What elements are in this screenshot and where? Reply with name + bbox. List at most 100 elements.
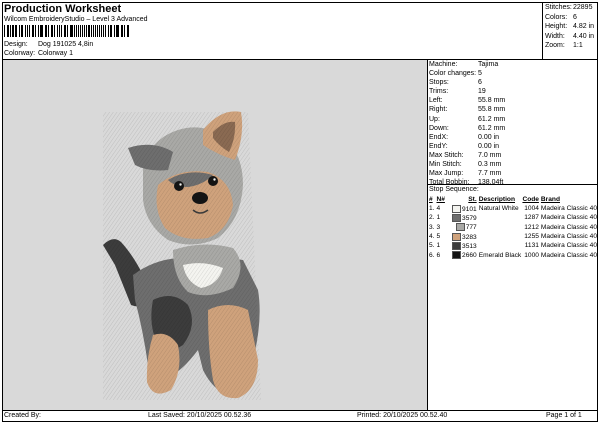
col-header-num: # (429, 196, 433, 203)
barcode-bar (115, 25, 117, 37)
barcode-bar (31, 25, 33, 37)
footer-page: Page 1 of 1 (546, 412, 582, 419)
seq-description: Natural White (478, 205, 519, 213)
stitch-count: 9101 (462, 205, 477, 213)
seq-num: 6. (429, 251, 435, 259)
barcode-bar (20, 25, 22, 37)
col-header-needle: N# (436, 196, 445, 203)
stitch-count: 777 (465, 223, 477, 231)
seq-num: 5. (429, 242, 435, 250)
barcode-bar (14, 25, 16, 37)
barcode-bar (128, 25, 130, 37)
barcode-bar (84, 25, 85, 37)
summary-label: Height: (545, 23, 568, 31)
seq-code: 1212 (524, 223, 539, 231)
info-value: 0.00 in (478, 142, 500, 150)
footer-created-by: Created By: (4, 412, 41, 419)
table-row: 4. 5 3283 1255 Madeira Classic 40 (429, 232, 597, 241)
color-swatch (452, 251, 462, 260)
summary-label: Colors: (545, 13, 568, 21)
barcode-bar (77, 25, 79, 37)
barcode-bar (29, 25, 30, 37)
colorway-value: Colorway 1 (37, 50, 73, 57)
info-label: Stops: (429, 79, 449, 87)
info-value: Tajima (478, 61, 499, 68)
table-row: 2. 1 3579 1287 Madeira Classic 40 (429, 213, 597, 222)
barcode-bar (38, 25, 39, 37)
info-value: 5 (478, 70, 482, 78)
barcode-bar (123, 25, 125, 37)
summary-colors: Colors: 6 (545, 13, 597, 23)
info-value: 138.04ft (478, 179, 504, 187)
barcode-bar (50, 25, 52, 37)
summary-value: 4.82 in (573, 23, 595, 31)
footer-divider (2, 410, 598, 411)
summary-value: 22895 (573, 4, 593, 11)
info-label: EndY: (429, 142, 448, 150)
info-value: 19 (478, 88, 486, 96)
barcode-bar (19, 25, 20, 37)
summary-width: Width: 4.40 in (545, 32, 597, 42)
seq-brand: Madeira Classic 40 (540, 223, 597, 231)
barcode-bar (33, 25, 35, 37)
page-title: Production Worksheet (4, 3, 122, 15)
color-swatch (455, 223, 465, 232)
barcode-bar (53, 25, 55, 37)
barcode-bar (107, 25, 109, 37)
stop-sequence-title: Stop Sequence: (429, 186, 479, 193)
seq-num: 1. (429, 205, 435, 213)
seq-brand: Madeira Classic 40 (540, 205, 597, 213)
table-row: 1. 4 9101 Natural White 1004 Madeira Classic … (429, 204, 597, 213)
seq-stitches: 9101 (449, 204, 477, 213)
seq-description (477, 213, 523, 222)
barcode-bar (117, 25, 119, 37)
seq-needle: 5 (436, 233, 441, 241)
embroidered-dog-image (103, 111, 261, 400)
colorway-label: Colorway: (4, 50, 36, 57)
barcode-bar (92, 25, 94, 37)
seq-num: 4. (429, 233, 435, 241)
seq-needle: 1 (436, 242, 441, 250)
barcode-bar (73, 25, 75, 37)
col-header-code: Code (522, 196, 539, 203)
barcode-bar (90, 25, 92, 37)
barcode-bar (88, 25, 90, 37)
seq-description (477, 232, 523, 241)
info-row: EndY: 0.00 in (429, 142, 597, 151)
stitch-count: 3513 (462, 242, 477, 250)
info-row: Down: 61.2 mm (429, 124, 597, 133)
info-label: Up: (429, 115, 440, 123)
seq-needle: 4 (436, 205, 441, 213)
barcode-bar (39, 25, 41, 37)
barcode-bar (101, 25, 102, 37)
barcode-bar (56, 25, 59, 37)
design-preview[interactable] (3, 60, 427, 410)
info-value: 61.2 mm (478, 115, 506, 123)
seq-stitches: 3283 (449, 232, 477, 241)
info-row: Stops: 6 (429, 78, 597, 87)
barcode-bar (35, 25, 37, 37)
barcode-bar (76, 25, 77, 37)
info-label: Trims: (429, 88, 449, 96)
barcode-bar (44, 25, 46, 37)
seq-description: Emerald Black (478, 251, 522, 259)
barcode-bar (8, 25, 9, 37)
design-info-panel: Machine: Tajima Color changes: 5 Stops: 6 T… (429, 60, 597, 187)
design-value: Dog 191025 4,8in (37, 41, 94, 48)
col-header-stitches: St. (468, 196, 477, 203)
barcode-bar (71, 25, 73, 37)
barcode-bar (60, 25, 62, 37)
barcode-bar (105, 25, 106, 37)
stitch-count: 2660 (462, 251, 477, 259)
design-label: Design: (4, 41, 28, 48)
seq-num: 3. (429, 223, 435, 231)
info-label: Machine: (429, 61, 458, 68)
barcode-bar (16, 25, 18, 37)
info-label: Max Stitch: (429, 151, 464, 159)
colorway-field: Colorway: Colorway 1 (4, 50, 73, 57)
footer-printed: Printed: 20/10/2025 00.52.40 (357, 412, 448, 419)
barcode-bar (79, 25, 81, 37)
info-value: 0.00 in (478, 133, 500, 141)
seq-code: 1004 (524, 205, 539, 213)
barcode-bar (111, 25, 113, 37)
